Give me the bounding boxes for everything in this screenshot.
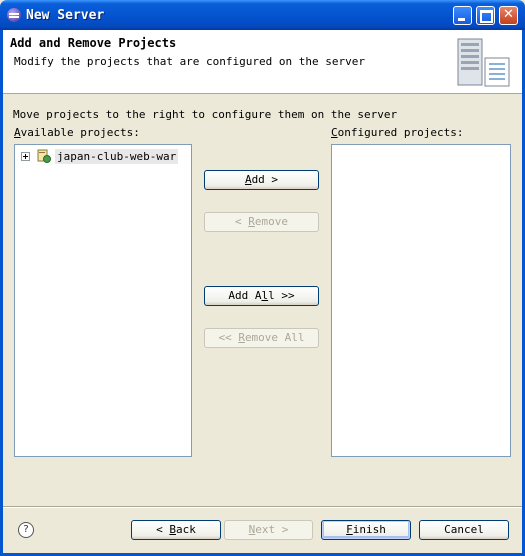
maximize-button[interactable] (476, 6, 495, 25)
next-button[interactable]: Next > (224, 520, 313, 540)
close-button[interactable]: ✕ (499, 6, 518, 25)
page-description: Modify the projects that are configured … (14, 55, 365, 68)
available-projects-list[interactable]: japan-club-web-war (14, 144, 192, 457)
web-project-icon (37, 149, 51, 163)
help-icon[interactable]: ? (18, 522, 34, 538)
finish-button[interactable]: Finish (321, 520, 411, 540)
window-title: New Server (26, 8, 105, 23)
footer-separator (3, 506, 522, 508)
remove-all-button[interactable]: << Remove All (204, 328, 319, 348)
configured-projects-list[interactable] (331, 144, 511, 457)
wizard-header: Add and Remove Projects Modify the proje… (3, 30, 522, 94)
minimize-button[interactable] (453, 6, 472, 25)
title-bar[interactable]: New Server ✕ (0, 0, 525, 30)
list-item[interactable]: japan-club-web-war (21, 148, 179, 164)
available-projects-label: Available projects: (14, 126, 140, 139)
instructions-text: Move projects to the right to configure … (13, 108, 398, 121)
project-label: japan-club-web-war (55, 148, 179, 164)
remove-button[interactable]: < Remove (204, 212, 319, 232)
add-button[interactable]: Add > (204, 170, 319, 190)
back-button[interactable]: < Back (131, 520, 221, 540)
server-banner-icon (457, 38, 510, 87)
add-all-button[interactable]: Add All >> (204, 286, 319, 306)
expand-icon[interactable] (21, 151, 30, 161)
eclipse-app-icon (7, 8, 21, 22)
configured-projects-label: Configured projects: (331, 126, 464, 139)
cancel-button[interactable]: Cancel (419, 520, 509, 540)
page-title: Add and Remove Projects (10, 36, 177, 50)
